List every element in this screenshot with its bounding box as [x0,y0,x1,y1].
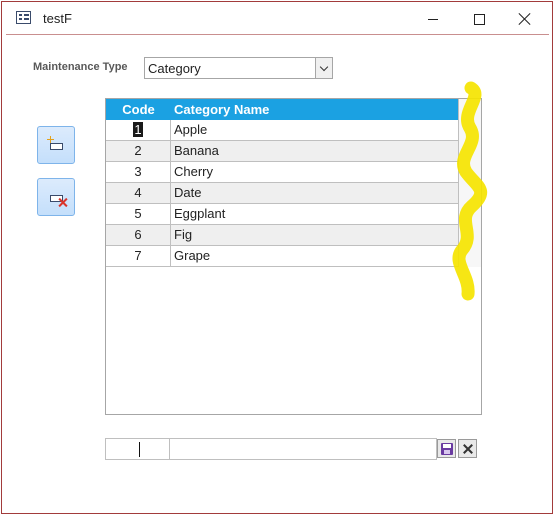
table-row[interactable]: 5 Eggplant [106,204,458,225]
code-cell[interactable]: 7 [106,246,171,266]
cancel-button[interactable] [458,439,477,458]
table-row[interactable]: 4 Date [106,183,458,204]
name-cell[interactable]: Cherry [174,162,213,182]
close-button[interactable] [502,2,548,36]
delete-record-button[interactable] [37,178,75,216]
code-cell[interactable]: 3 [106,162,171,182]
dropdown-button[interactable] [315,58,332,78]
name-cell[interactable]: Date [174,183,201,203]
table-row[interactable]: 6 Fig [106,225,458,246]
minimize-button[interactable] [410,2,456,36]
record-icon [50,143,63,150]
grid-header: Code Category Name [106,99,458,120]
grid-column-divider [458,99,459,267]
new-record-icon [47,136,54,143]
red-x-icon [58,198,67,207]
code-cell[interactable]: 5 [106,204,171,224]
code-cell[interactable]: 6 [106,225,171,245]
maintenance-type-label: Maintenance Type [33,61,128,73]
table-row[interactable]: 2 Banana [106,141,458,162]
code-cell[interactable]: 2 [106,141,171,161]
minimize-icon [428,18,438,20]
cancel-x-icon [463,444,473,454]
maximize-button[interactable] [456,2,502,36]
title-bar[interactable]: testF [2,2,552,36]
new-record-button[interactable] [37,126,75,164]
title-divider [6,34,549,35]
grid-rows: 1 Apple 2 Banana 3 Cherry 4 Date 5 Eggpl… [106,120,458,267]
table-row[interactable]: 3 Cherry [106,162,458,183]
table-row[interactable]: 1 Apple [106,120,458,141]
name-cell[interactable]: Eggplant [174,204,225,224]
maximize-icon [473,13,485,25]
name-cell[interactable]: Apple [174,120,207,140]
grid-right-band [459,99,481,267]
name-cell[interactable]: Grape [174,246,210,266]
name-cell[interactable]: Banana [174,141,219,161]
maintenance-type-value: Category [148,61,201,76]
column-header-code[interactable]: Code [106,99,171,120]
code-cell[interactable]: 1 [106,120,171,140]
column-header-category-name[interactable]: Category Name [174,99,269,120]
new-code-input[interactable] [105,438,170,460]
code-value: 1 [133,122,143,137]
window-title: testF [43,11,72,26]
form-icon [16,11,31,24]
maintenance-type-select[interactable]: Category [144,57,333,79]
text-caret [139,442,140,457]
code-cell[interactable]: 4 [106,183,171,203]
category-grid[interactable]: Code Category Name 1 Apple 2 Banana 3 Ch… [105,98,482,415]
close-icon [519,13,531,25]
save-button[interactable] [437,439,456,458]
chevron-down-icon [319,62,329,71]
new-category-name-input[interactable] [169,438,437,460]
table-row[interactable]: 7 Grape [106,246,458,267]
name-cell[interactable]: Fig [174,225,192,245]
save-disk-icon [440,442,453,455]
